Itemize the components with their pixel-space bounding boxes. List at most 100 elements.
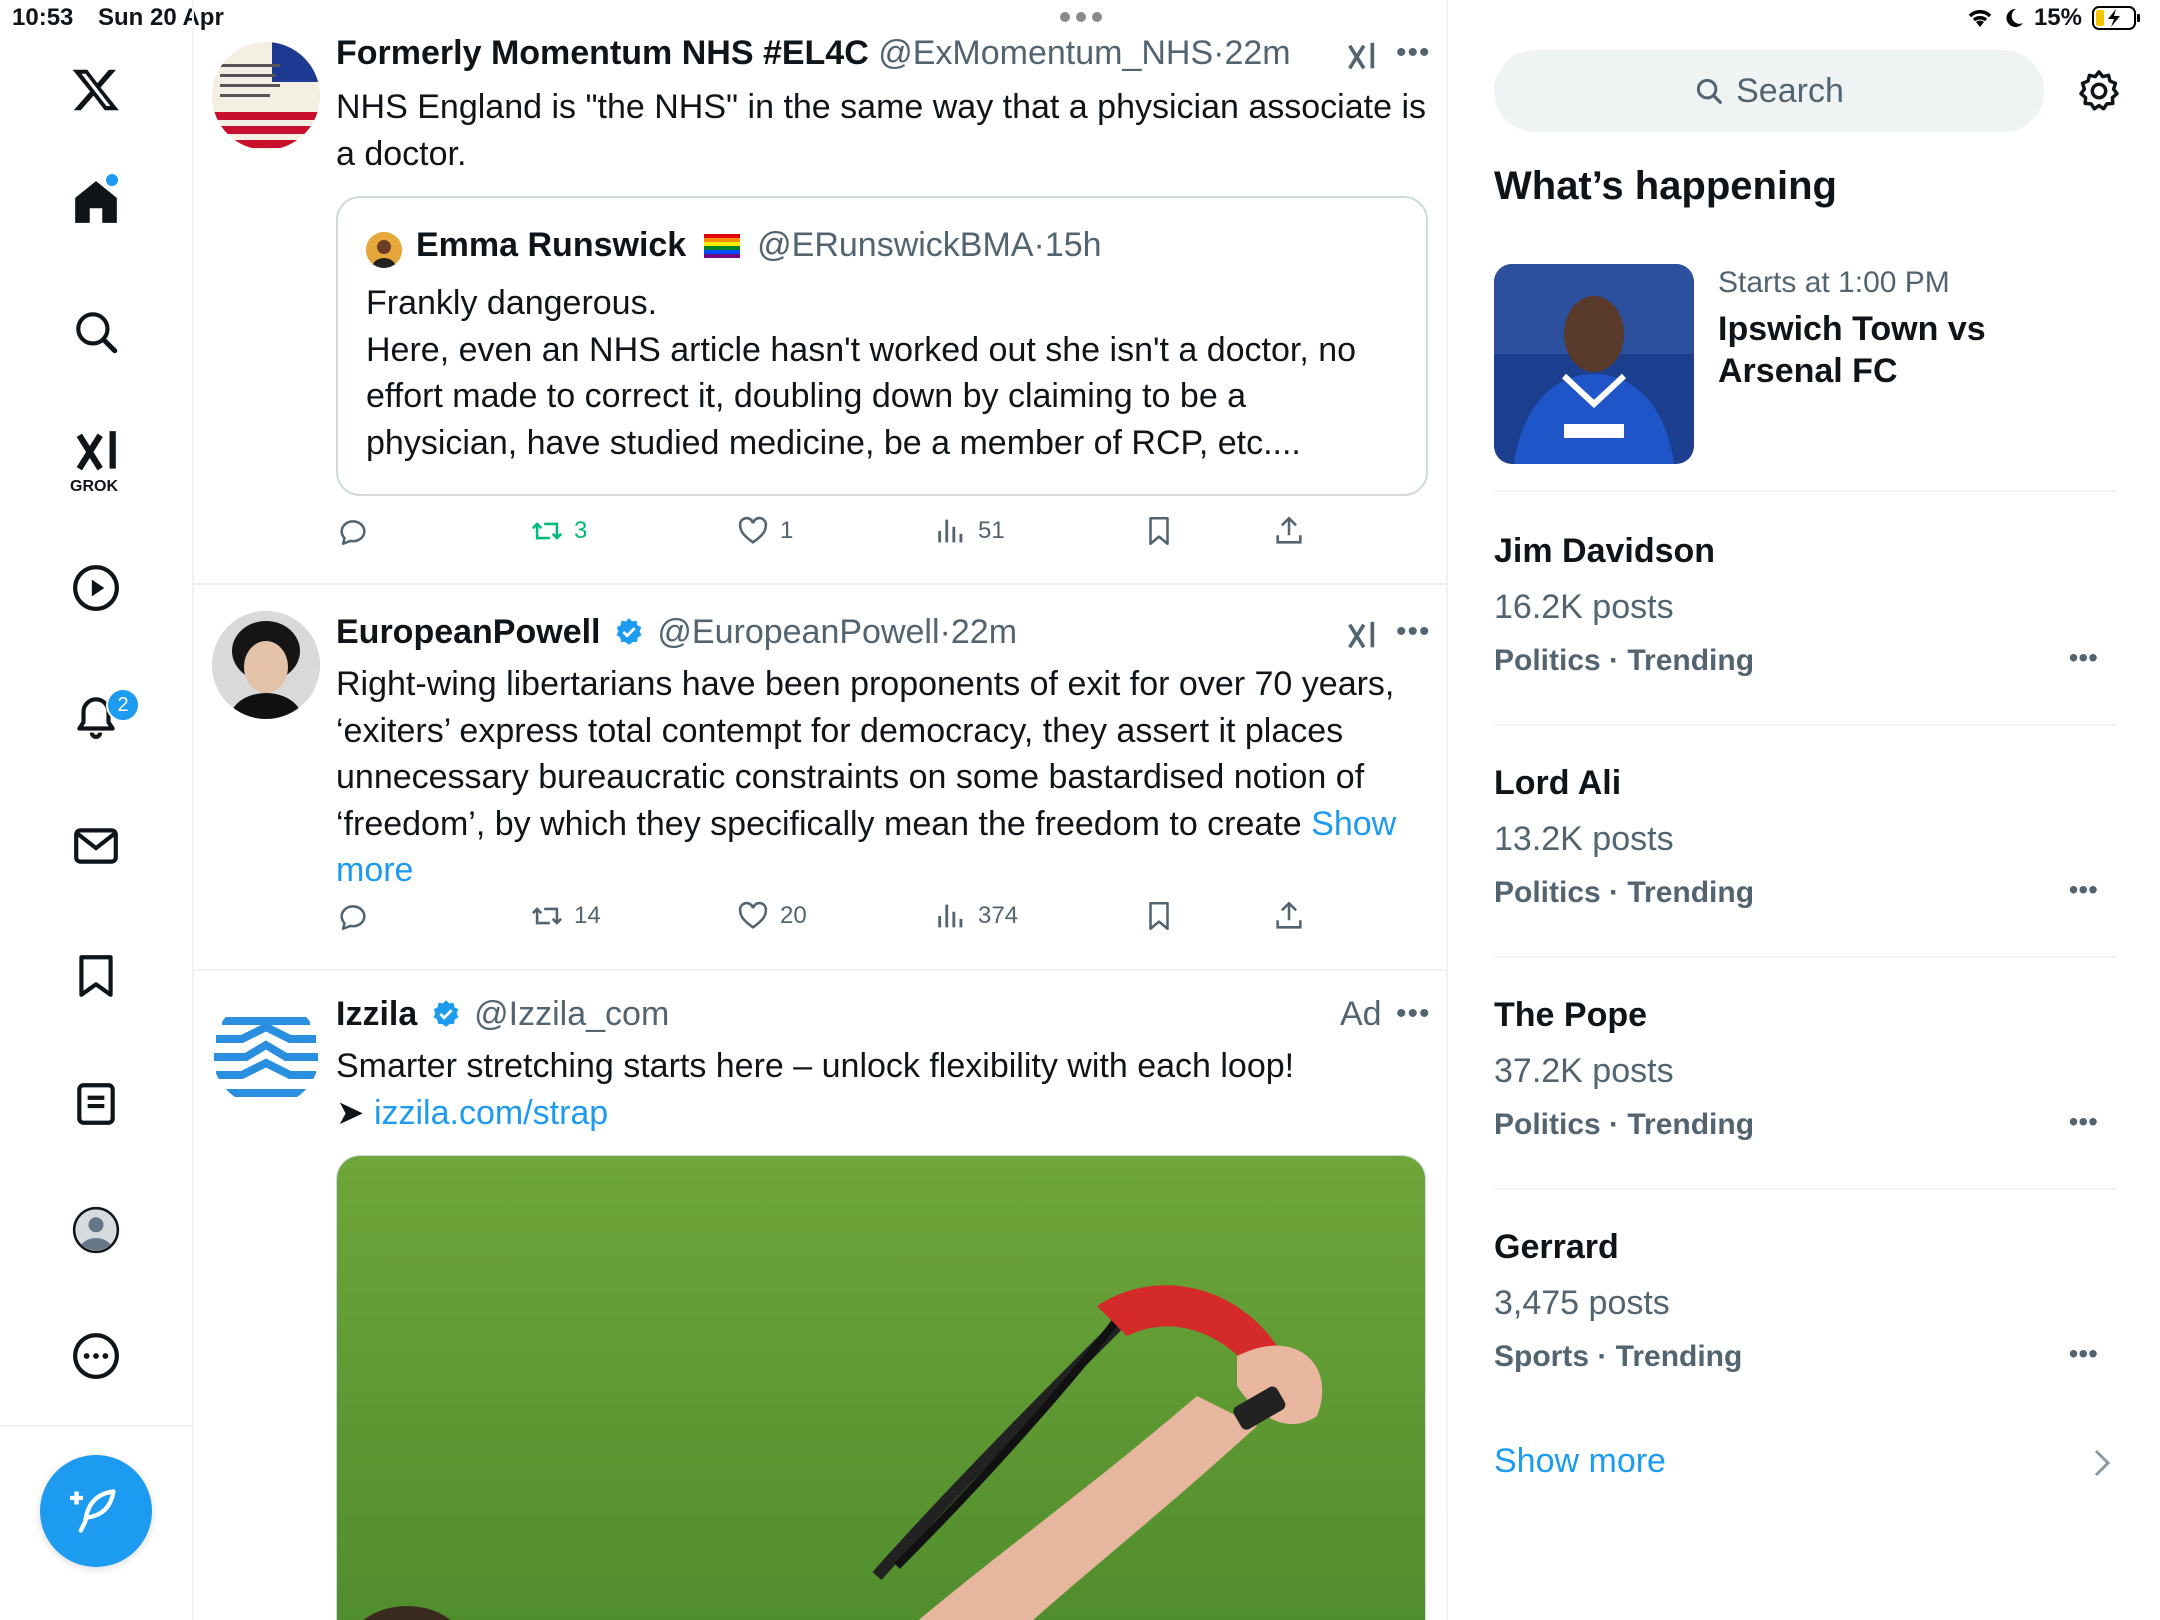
post-text-body: Right-wing libertarians have been propon… [336, 665, 1404, 843]
post-2[interactable]: EuropeanPowell @EuropeanPowell·22m ••• R… [194, 583, 1446, 971]
views-button[interactable]: 374 [934, 899, 1018, 933]
heart-icon [738, 516, 768, 544]
trend-title: The Pope [1494, 996, 1648, 1034]
chevron-right-icon[interactable] [2090, 1448, 2114, 1478]
post-actions: 14 20 374 [336, 899, 1436, 945]
search-box[interactable]: Search [1494, 50, 2044, 132]
more-options-icon[interactable] [56, 1316, 136, 1396]
explore-search-icon[interactable] [56, 292, 136, 372]
quoted-post[interactable]: Emma Runswick @ERunswickBMA·15h Frankly … [336, 196, 1428, 496]
search-placeholder: Search [1736, 71, 1844, 110]
post-more-icon[interactable]: ••• [1396, 615, 1431, 649]
trend-more-icon[interactable]: ••• [2069, 642, 2098, 674]
repost-count: 14 [574, 902, 601, 929]
share-icon [1276, 901, 1302, 929]
post-avatar[interactable] [212, 999, 320, 1107]
x-logo-icon[interactable] [56, 50, 136, 130]
view-count: 374 [978, 902, 1019, 929]
compose-post-button[interactable] [40, 1455, 152, 1567]
bookmarks-icon[interactable] [56, 936, 136, 1016]
trend-more-icon[interactable]: ••• [2069, 1338, 2098, 1370]
author-handle[interactable]: @EuropeanPowell [657, 613, 939, 651]
post-time[interactable]: 22m [1224, 34, 1290, 72]
grok-explain-icon[interactable] [1344, 619, 1378, 653]
author-name[interactable]: Formerly Momentum NHS #EL4C [336, 34, 869, 72]
trend-item[interactable]: Gerrard 3,475 posts Sports · Trending ••… [1494, 1188, 2116, 1420]
lists-icon[interactable] [56, 1064, 136, 1144]
trend-title: Gerrard [1494, 1228, 1619, 1266]
reply-button[interactable] [336, 514, 380, 548]
trend-item[interactable]: Lord Ali 13.2K posts Politics · Trending… [1494, 724, 2116, 958]
verified-badge-icon [616, 618, 642, 645]
author-handle[interactable]: @Izzila_com [474, 995, 669, 1033]
quote-text: Frankly dangerous. Here, even an NHS art… [366, 284, 1357, 462]
left-navigation: GROK 2 [0, 0, 194, 1620]
video-play-icon[interactable] [56, 548, 136, 628]
separator: · [939, 613, 951, 651]
trend-category: Politics · Trending [1494, 1108, 1755, 1141]
trend-post-count: 16.2K posts [1494, 588, 1674, 626]
grok-explain-icon[interactable] [1344, 40, 1378, 74]
trend-category: Politics · Trending [1494, 876, 1755, 909]
show-more-trends-link[interactable]: Show more [1494, 1442, 1666, 1481]
ad-media-image[interactable] [336, 1155, 1426, 1620]
author-name[interactable]: Izzila [336, 995, 417, 1033]
share-button[interactable] [1272, 514, 1306, 548]
home-unread-dot [106, 174, 118, 186]
post-text: Right-wing libertarians have been propon… [336, 661, 1426, 894]
repost-count: 3 [574, 517, 588, 544]
reply-icon [340, 905, 366, 931]
event-card[interactable]: Starts at 1:00 PM Ipswich Town vs Arsena… [1494, 264, 2116, 492]
compose-feather-icon [70, 1489, 116, 1533]
trend-item[interactable]: The Pope 37.2K posts Politics · Trending… [1494, 956, 2116, 1190]
messages-envelope-icon[interactable] [56, 806, 136, 886]
reply-button[interactable] [336, 899, 380, 933]
post-actions: 3 1 51 [336, 514, 1436, 560]
like-button[interactable]: 1 [736, 514, 793, 548]
rainbow-flag-icon [703, 234, 740, 258]
post-time[interactable]: 22m [951, 613, 1017, 651]
bookmark-button[interactable] [1142, 899, 1176, 933]
repost-button[interactable]: 14 [530, 899, 601, 933]
trend-post-count: 37.2K posts [1494, 1052, 1674, 1090]
quote-time: 15h [1044, 226, 1102, 264]
heart-icon [738, 901, 768, 929]
author-handle[interactable]: @ExMomentum_NHS [878, 34, 1213, 72]
event-title: Ipswich Town vs Arsenal FC [1718, 310, 1986, 390]
notifications-badge: 2 [106, 688, 140, 722]
ad-link[interactable]: izzila.com/strap [374, 1094, 608, 1132]
like-count: 1 [780, 517, 794, 544]
repost-icon [531, 522, 563, 540]
bookmark-button[interactable] [1142, 514, 1176, 548]
event-image [1494, 264, 1694, 464]
author-name[interactable]: EuropeanPowell [336, 613, 601, 651]
post-more-icon[interactable]: ••• [1396, 36, 1431, 70]
post-header: Izzila @Izzila_com [336, 995, 669, 1034]
home-icon[interactable] [56, 162, 136, 242]
share-button[interactable] [1272, 899, 1306, 933]
post-1[interactable]: Formerly Momentum NHS #EL4C @ExMomentum_… [194, 0, 1446, 585]
trend-more-icon[interactable]: ••• [2069, 1106, 2098, 1138]
trend-more-icon[interactable]: ••• [2069, 874, 2098, 906]
bookmark-icon [1149, 516, 1169, 546]
right-sidebar: Search What’s happening Starts at 1:00 P… [1448, 0, 2160, 1620]
post-3-ad[interactable]: Izzila @Izzila_com Ad ••• Smarter stretc… [194, 969, 1446, 1620]
post-avatar[interactable] [212, 42, 320, 150]
nav-divider [0, 1425, 192, 1427]
trend-title: Lord Ali [1494, 764, 1622, 802]
view-count: 51 [978, 517, 1005, 544]
separator: · [1213, 34, 1225, 72]
post-avatar[interactable] [212, 611, 320, 719]
trend-item[interactable]: Jim Davidson 16.2K posts Politics · Tren… [1494, 492, 2116, 726]
quote-avatar [366, 232, 402, 268]
trend-category: Sports · Trending [1494, 1340, 1743, 1373]
whats-happening-title: What’s happening [1494, 164, 1837, 208]
settings-gear-icon[interactable] [2076, 68, 2122, 114]
views-button[interactable]: 51 [934, 514, 1005, 548]
grok-label: GROK [70, 478, 118, 495]
profile-avatar-icon[interactable] [56, 1190, 136, 1270]
repost-button[interactable]: 3 [530, 514, 587, 548]
like-button[interactable]: 20 [736, 899, 807, 933]
quote-author-name: Emma Runswick [416, 226, 687, 264]
post-more-icon[interactable]: ••• [1396, 997, 1431, 1031]
